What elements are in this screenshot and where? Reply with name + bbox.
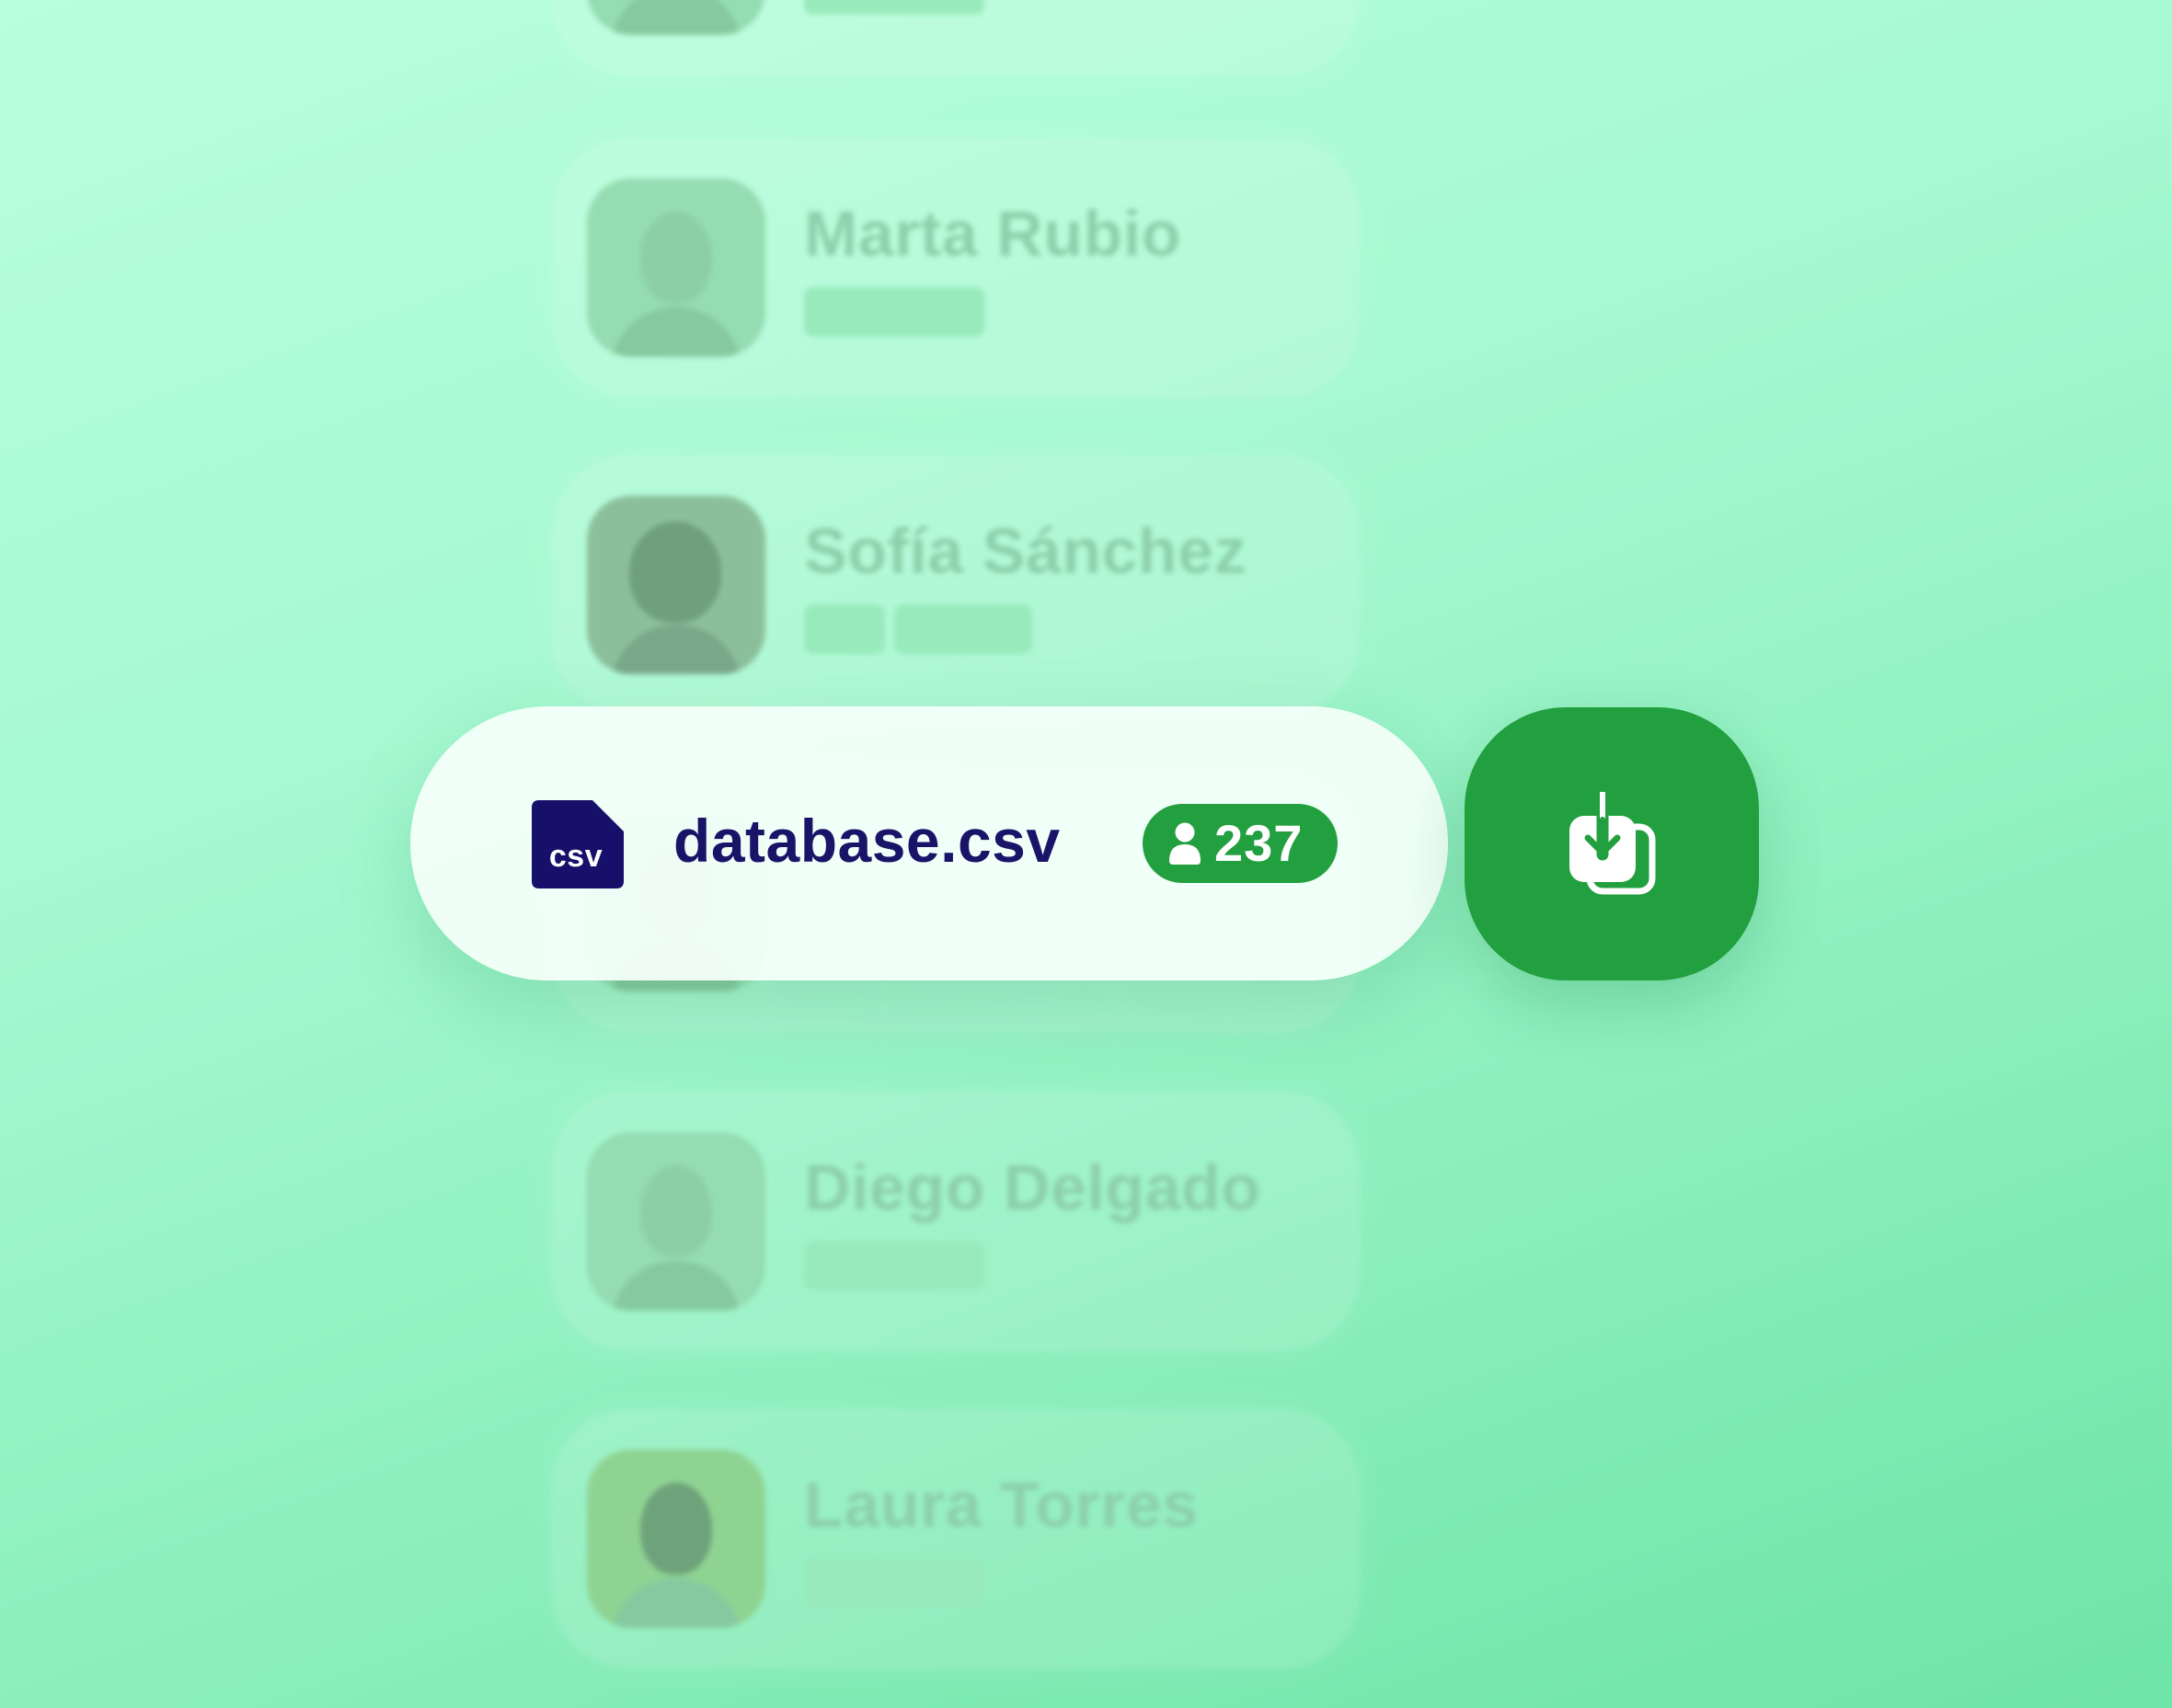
avatar-shoulders — [611, 1261, 741, 1311]
tag-list — [804, 604, 1032, 654]
language-tag — [894, 604, 1032, 654]
download-button[interactable] — [1465, 707, 1759, 980]
avatar-shoulders — [611, 307, 741, 357]
tag-list — [804, 1558, 984, 1608]
avatar-face — [640, 1483, 712, 1575]
avatar-face — [629, 522, 721, 623]
contact-name: Marta Rubio — [804, 198, 1181, 269]
role-tag — [804, 604, 885, 654]
avatar — [587, 178, 765, 357]
contact-name: Diego Delgado — [804, 1152, 1261, 1223]
csv-icon-label: csv — [548, 839, 603, 874]
contact-card: Diego Delgado — [552, 1092, 1360, 1351]
avatar-face — [640, 212, 712, 304]
avatar — [587, 496, 765, 674]
csv-file-icon: csv — [532, 800, 624, 888]
contact-count-badge: 237 — [1143, 804, 1338, 883]
avatar — [587, 0, 765, 35]
role-tag — [804, 1558, 984, 1608]
contact-name: Sofía Sánchez — [804, 515, 1247, 587]
avatar — [587, 1132, 765, 1311]
file-name: database.csv — [673, 807, 1061, 875]
contact-card: Laura Torres — [552, 1409, 1360, 1668]
download-icon — [1566, 785, 1658, 897]
avatar-face — [640, 1165, 712, 1257]
contact-card: Marta Rubio — [552, 138, 1360, 397]
avatar-shoulders — [611, 1578, 741, 1628]
avatar-shoulders — [611, 625, 741, 674]
file-card[interactable]: csv database.csv 237 — [410, 706, 1448, 980]
role-tag — [804, 287, 984, 337]
contact-count: 237 — [1214, 814, 1304, 872]
tag-list — [804, 1241, 984, 1290]
tag-list — [804, 287, 984, 337]
avatar-shoulders — [611, 0, 741, 35]
role-tag — [804, 0, 984, 15]
contact-name: Laura Torres — [804, 1469, 1199, 1541]
contact-card: Sofía Sánchez — [552, 455, 1360, 715]
tag-list — [804, 0, 984, 15]
avatar — [587, 1450, 765, 1628]
role-tag — [804, 1241, 984, 1290]
user-icon — [1168, 822, 1201, 865]
contact-card — [552, 0, 1360, 75]
